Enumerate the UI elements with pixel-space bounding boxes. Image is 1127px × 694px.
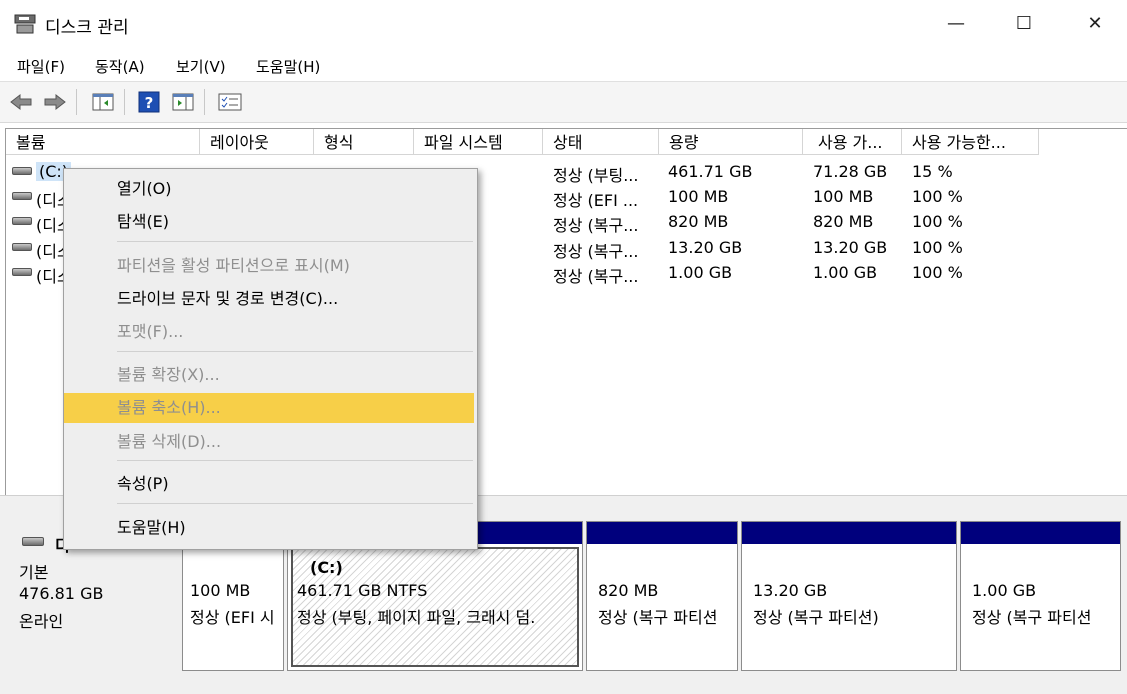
disk-state: 온라인 — [19, 612, 64, 631]
volume-icon — [12, 192, 32, 200]
volume-percent: 100 % — [912, 212, 963, 231]
toolbar: ? — [0, 82, 1127, 123]
menu-open[interactable]: 열기(O) — [64, 174, 475, 204]
toolbar-separator — [124, 89, 125, 115]
close-button[interactable]: ✕ — [1072, 0, 1118, 48]
volume-percent: 100 % — [912, 263, 963, 282]
menu-properties[interactable]: 속성(P) — [64, 469, 475, 499]
column-status[interactable]: 상태 — [543, 129, 659, 155]
volume-icon — [12, 243, 32, 251]
column-filesystem[interactable]: 파일 시스템 — [414, 129, 543, 155]
partition-status: 정상 (복구 파티션) — [753, 608, 879, 627]
toolbar-separator — [76, 89, 77, 115]
menu-bar: 파일(F) 동작(A) 보기(V) 도움말(H) — [0, 48, 1127, 82]
partition-status: 정상 (복구 파티션 — [598, 608, 718, 627]
volume-icon — [12, 268, 32, 276]
window-title: 디스크 관리 — [45, 18, 129, 38]
disk-type: 기본 — [19, 563, 49, 582]
menu-shrink-volume[interactable]: 볼륨 축소(H)... — [64, 393, 474, 423]
menu-separator — [117, 351, 473, 352]
column-free-space[interactable]: 사용 가... — [803, 129, 902, 155]
partition-recovery-1[interactable]: 820 MB 정상 (복구 파티션 — [586, 521, 738, 671]
menu-format[interactable]: 포맷(F)... — [64, 317, 475, 347]
forward-arrow-icon[interactable] — [42, 90, 68, 114]
menu-action[interactable]: 동작(A) — [95, 56, 145, 77]
menu-help[interactable]: 도움말(H) — [256, 56, 320, 77]
column-percent-free[interactable]: 사용 가능한... — [902, 129, 1039, 155]
maximize-button[interactable]: ☐ — [1001, 0, 1047, 48]
column-volume[interactable]: 볼륨 — [6, 129, 200, 155]
partition-status: 정상 (부팅, 페이지 파일, 크래시 덤. — [297, 608, 536, 627]
volume-free: 820 MB — [813, 212, 874, 231]
menu-separator — [117, 503, 473, 504]
help-icon[interactable]: ? — [136, 90, 162, 114]
partition-title: (C:) — [310, 558, 343, 577]
partition-status: 정상 (복구 파티션 — [972, 608, 1092, 627]
volume-free: 100 MB — [813, 187, 874, 206]
list-header: 볼륨 레이아웃 형식 파일 시스템 상태 용량 사용 가... 사용 가능한..… — [6, 129, 1127, 156]
volume-icon — [12, 167, 32, 175]
menu-view[interactable]: 보기(V) — [176, 56, 226, 77]
volume-free: 1.00 GB — [813, 263, 878, 282]
disk-management-icon — [14, 14, 36, 34]
properties-view-icon[interactable] — [170, 90, 196, 114]
menu-help-item[interactable]: 도움말(H) — [64, 513, 475, 543]
console-tree-icon[interactable] — [90, 90, 116, 114]
menu-file[interactable]: 파일(F) — [17, 56, 65, 77]
menu-change-drive-letter[interactable]: 드라이브 문자 및 경로 변경(C)... — [64, 284, 475, 314]
volume-status: 정상 (복구... — [553, 216, 639, 235]
partition-size: 820 MB — [598, 581, 659, 600]
partition-size: 13.20 GB — [753, 581, 828, 600]
volume-capacity: 100 MB — [668, 187, 729, 206]
back-arrow-icon[interactable] — [8, 90, 34, 114]
column-layout[interactable]: 레이아웃 — [200, 129, 314, 155]
volume-percent: 100 % — [912, 187, 963, 206]
partition-size: 461.71 GB NTFS — [297, 581, 428, 600]
volume-capacity: 461.71 GB — [668, 162, 753, 181]
volume-icon — [12, 217, 32, 225]
partition-bar — [961, 522, 1120, 544]
disk-size: 476.81 GB — [19, 584, 104, 603]
svg-text:?: ? — [145, 94, 154, 112]
menu-separator — [117, 460, 473, 461]
partition-size: 1.00 GB — [972, 581, 1037, 600]
column-capacity[interactable]: 용량 — [659, 129, 803, 155]
disk-icon — [22, 537, 44, 546]
volume-percent: 15 % — [912, 162, 953, 181]
volume-capacity: 1.00 GB — [668, 263, 733, 282]
menu-mark-active[interactable]: 파티션을 활성 파티션으로 표시(M) — [64, 251, 475, 281]
menu-separator — [117, 241, 473, 242]
menu-explore[interactable]: 탐색(E) — [64, 207, 475, 237]
menu-delete-volume[interactable]: 볼륨 삭제(D)... — [64, 427, 475, 457]
volume-status: 정상 (EFI ... — [553, 191, 639, 210]
volume-status: 정상 (복구... — [553, 267, 639, 286]
volume-percent: 100 % — [912, 238, 963, 257]
volume-capacity: 820 MB — [668, 212, 729, 231]
volume-capacity: 13.20 GB — [668, 238, 743, 257]
volume-status: 정상 (부팅... — [553, 166, 639, 185]
column-type[interactable]: 형식 — [314, 129, 414, 155]
partition-size: 100 MB — [190, 581, 251, 600]
minimize-button[interactable]: — — [933, 0, 979, 48]
partition-status: 정상 (EFI 시 — [190, 608, 275, 627]
partition-recovery-3[interactable]: 1.00 GB 정상 (복구 파티션 — [960, 521, 1121, 671]
checklist-icon[interactable] — [217, 90, 243, 114]
volume-free: 13.20 GB — [813, 238, 888, 257]
partition-bar — [587, 522, 737, 544]
context-menu: 열기(O) 탐색(E) 파티션을 활성 파티션으로 표시(M) 드라이브 문자 … — [63, 168, 478, 550]
partition-recovery-2[interactable]: 13.20 GB 정상 (복구 파티션) — [741, 521, 957, 671]
toolbar-separator — [204, 89, 205, 115]
menu-extend-volume[interactable]: 볼륨 확장(X)... — [64, 360, 475, 390]
title-bar: 디스크 관리 — ☐ ✕ — [0, 0, 1127, 48]
volume-free: 71.28 GB — [813, 162, 888, 181]
volume-status: 정상 (복구... — [553, 242, 639, 261]
partition-bar — [742, 522, 956, 544]
